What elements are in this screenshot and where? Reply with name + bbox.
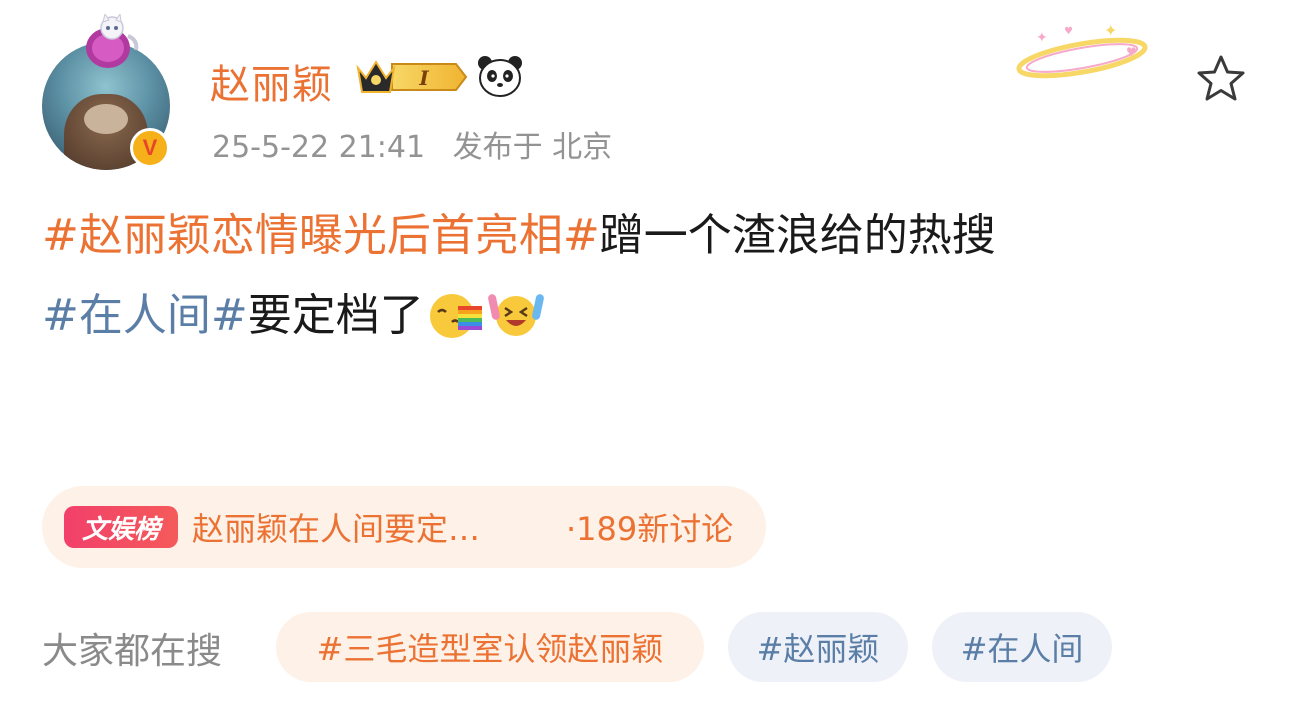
topic-link-2[interactable]: #在人间#	[42, 290, 248, 341]
halo-decoration-icon: ✦ ✦ ♥ ♥	[1016, 21, 1148, 79]
hot-list-count: ·189新讨论	[566, 510, 734, 548]
post-datetime: 25-5-22 21:41	[212, 130, 426, 165]
post-text-1: 蹭一个渣浪给的热搜	[599, 210, 996, 261]
hot-list-tag: 文娱榜	[64, 506, 178, 548]
avatar-group[interactable]: V	[42, 14, 182, 174]
svg-text:♥: ♥	[1064, 26, 1073, 37]
search-chip-2[interactable]: #赵丽颖	[728, 612, 908, 682]
svg-text:♥: ♥	[1126, 45, 1137, 59]
hot-list-title: 赵丽颖在人间要定…	[192, 510, 481, 548]
avatar-otter-face	[84, 104, 128, 134]
username[interactable]: 赵丽颖	[210, 52, 333, 110]
vip-level-text: I	[418, 66, 429, 90]
emoji-rainbow-icon	[429, 294, 482, 338]
post-meta: 25-5-22 21:41 发布于 北京	[212, 122, 630, 166]
search-chip-3[interactable]: #在人间	[932, 612, 1112, 682]
avatar-pendant-icon	[86, 14, 139, 68]
hot-list-pill[interactable]: 文娱榜 赵丽颖在人间要定… ·189新讨论	[42, 486, 766, 568]
verified-icon: V	[130, 128, 170, 168]
star-icon[interactable]	[1194, 52, 1248, 106]
svg-text:✦: ✦	[1036, 30, 1048, 46]
vip-crown-icon[interactable]: I	[352, 54, 470, 100]
weibo-post-card: V 赵丽颖 I 25-5-22 21:41 发布于 北京 ✦ ✦ ♥ ♥ #赵丽…	[0, 0, 1290, 717]
svg-text:✦: ✦	[1104, 21, 1117, 40]
panda-icon[interactable]	[476, 54, 524, 98]
post-location: 发布于 北京	[452, 130, 613, 165]
search-chip-1[interactable]: #三毛造型室认领赵丽颖	[276, 612, 704, 682]
emoji-laugh-icon	[487, 294, 544, 336]
everyone-searching-label: 大家都在搜	[42, 631, 223, 672]
post-body: #赵丽颖恋情曝光后首亮相#蹭一个渣浪给的热搜 #在人间#要定档了	[42, 196, 1242, 356]
post-text-2: 要定档了	[247, 290, 424, 341]
topic-link-1[interactable]: #赵丽颖恋情曝光后首亮相#	[42, 210, 600, 261]
